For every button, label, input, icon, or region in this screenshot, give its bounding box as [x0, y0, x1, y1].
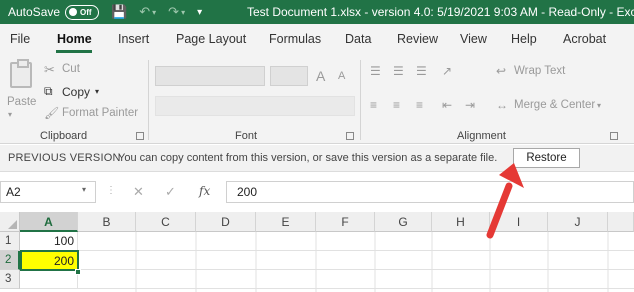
tab-view[interactable]: View [460, 32, 487, 46]
fill-handle[interactable] [75, 269, 81, 275]
column-header[interactable]: B [78, 212, 136, 232]
align-right-icon[interactable]: ≡ [416, 98, 423, 112]
restore-button[interactable]: Restore [513, 148, 580, 168]
column-header[interactable]: D [196, 212, 256, 232]
autosave-state: Off [80, 7, 92, 17]
row-1-cells[interactable] [78, 232, 634, 251]
wrap-text-icon[interactable]: ↩ [496, 64, 506, 78]
undo-dropdown-icon[interactable]: ▾ [152, 8, 156, 17]
align-left-icon[interactable]: ≡ [370, 98, 377, 112]
tab-formulas[interactable]: Formulas [269, 32, 321, 46]
row-header[interactable]: 1 [0, 232, 20, 251]
tab-data[interactable]: Data [345, 32, 371, 46]
paste-icon[interactable] [10, 59, 32, 88]
enter-icon[interactable]: ✓ [165, 184, 176, 200]
font-size-select[interactable] [270, 66, 308, 86]
group-divider [148, 60, 149, 140]
bottom-align-icon[interactable]: ☰ [416, 64, 427, 78]
autosave-toggle[interactable]: Off [65, 4, 100, 20]
row-3-cells[interactable] [78, 270, 634, 289]
column-header[interactable]: E [256, 212, 316, 232]
merge-dropdown-icon[interactable]: ▾ [597, 101, 601, 110]
font-name-select[interactable] [155, 66, 265, 86]
column-header[interactable]: F [316, 212, 375, 232]
wrap-text-button[interactable]: Wrap Text [514, 65, 565, 77]
previous-version-title: PREVIOUS VERSION [8, 152, 121, 164]
group-divider [360, 60, 361, 140]
column-header[interactable]: A [20, 212, 78, 232]
top-align-icon[interactable]: ☰ [370, 64, 381, 78]
column-header[interactable]: H [432, 212, 490, 232]
cell-a2[interactable]: 200 [20, 250, 79, 271]
orientation-icon[interactable]: ↗ [442, 64, 452, 78]
column-header[interactable]: C [136, 212, 196, 232]
column-header[interactable] [608, 212, 634, 232]
cut-icon[interactable]: ✂ [44, 62, 55, 78]
align-center-icon[interactable]: ≡ [393, 98, 400, 112]
tab-home[interactable]: Home [57, 32, 92, 46]
title-bar: AutoSave Off 💾 ↶ ▾ ↷ ▾ ▾ Test Document 1… [0, 0, 634, 24]
cell-a3[interactable] [20, 270, 78, 289]
merge-center-button[interactable]: Merge & Center [514, 99, 595, 111]
active-tab-indicator [56, 50, 92, 53]
formula-bar: A2 ▾ ⋮ ✕ ✓ fx 200 [0, 177, 634, 207]
worksheet-grid: A B C D E F G H I J 1 2 3 100 200 [0, 212, 634, 292]
alignment-group-label: Alignment [457, 130, 506, 142]
shrink-font-icon[interactable]: A [338, 70, 345, 82]
clipboard-launcher-icon[interactable] [136, 132, 144, 140]
tab-acrobat[interactable]: Acrobat [563, 32, 606, 46]
paste-dropdown-icon[interactable]: ▾ [8, 110, 12, 119]
font-format-controls[interactable] [155, 96, 355, 116]
save-icon[interactable]: 💾 [111, 4, 127, 20]
format-painter-button[interactable]: Format Painter [62, 107, 138, 119]
cut-button[interactable]: Cut [62, 63, 80, 75]
window-title: Test Document 1.xlsx - version 4.0: 5/19… [247, 5, 634, 19]
row-2-cells[interactable] [79, 251, 634, 270]
tab-help[interactable]: Help [511, 32, 537, 46]
middle-align-icon[interactable]: ☰ [393, 64, 404, 78]
name-box-dropdown-icon[interactable]: ▾ [82, 185, 86, 194]
decrease-indent-icon[interactable]: ⇤ [442, 98, 452, 112]
font-launcher-icon[interactable] [346, 132, 354, 140]
undo-icon[interactable]: ↶ [139, 4, 150, 20]
customize-toolbar-icon[interactable]: ▾ [197, 7, 202, 18]
insert-function-icon[interactable]: fx [199, 184, 210, 198]
copy-button[interactable]: Copy [62, 85, 90, 99]
autosave-label: AutoSave [8, 5, 61, 19]
more-icon: ⋮ [106, 185, 116, 196]
format-painter-icon[interactable]: 🖌 [44, 106, 59, 120]
cell-a1[interactable]: 100 [20, 232, 78, 251]
row-header[interactable]: 2 [0, 251, 20, 270]
cancel-icon[interactable]: ✕ [133, 184, 144, 200]
toggle-knob [69, 8, 78, 16]
tab-page-layout[interactable]: Page Layout [176, 32, 246, 46]
merge-center-icon[interactable]: ↔ [496, 98, 508, 112]
grow-font-icon[interactable]: A [316, 68, 325, 84]
redo-dropdown-icon[interactable]: ▾ [181, 8, 185, 17]
ribbon-tabs: File Home Insert Page Layout Formulas Da… [0, 24, 634, 54]
clipboard-group-label: Clipboard [40, 130, 88, 142]
tab-file[interactable]: File [10, 32, 30, 46]
row-header[interactable]: 3 [0, 270, 20, 289]
tab-insert[interactable]: Insert [118, 32, 149, 46]
alignment-launcher-icon[interactable] [610, 132, 618, 140]
copy-dropdown-icon[interactable]: ▾ [95, 87, 99, 96]
redo-icon[interactable]: ↷ [168, 4, 179, 20]
increase-indent-icon[interactable]: ⇥ [465, 98, 475, 112]
formula-input[interactable]: 200 [226, 181, 634, 203]
select-all-button[interactable] [0, 212, 20, 232]
column-header[interactable]: I [490, 212, 548, 232]
font-group-label: Font [235, 130, 258, 142]
column-header[interactable]: G [375, 212, 432, 232]
tab-review[interactable]: Review [397, 32, 438, 46]
copy-icon[interactable]: ⧉ [44, 84, 53, 99]
column-header[interactable]: J [548, 212, 608, 232]
paste-button[interactable]: Paste [7, 96, 36, 108]
previous-version-message: You can copy content from this version, … [118, 152, 498, 164]
ribbon: Paste ▾ ✂ Cut ⧉ Copy ▾ 🖌 Format Painter … [0, 54, 634, 144]
